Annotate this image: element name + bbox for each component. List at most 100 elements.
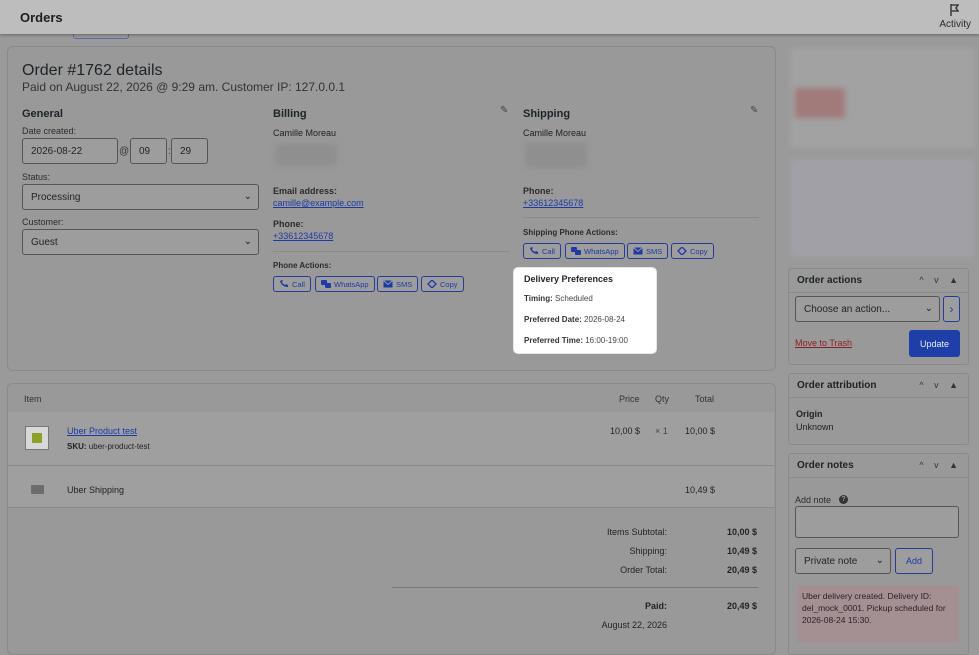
top-bar: Orders Activity [0, 0, 979, 34]
shipping-whatsapp-button[interactable]: WhatsApp [565, 243, 625, 259]
peek-tab [73, 34, 129, 39]
divider [789, 292, 968, 293]
move-to-trash-link[interactable]: Move to Trash [795, 338, 852, 348]
panel-controls[interactable]: ^ v ▲ [919, 460, 962, 470]
billing-name: Camille Moreau [273, 128, 337, 138]
note-textarea[interactable] [795, 506, 959, 538]
billing-email-link[interactable]: camille@example.com [273, 198, 364, 208]
billing-address-redacted [275, 144, 337, 166]
billing-phone-label: Phone: [273, 219, 304, 229]
add-note-button[interactable]: Add [895, 548, 933, 574]
shipping-copy-button[interactable]: Copy [671, 243, 714, 259]
copy-icon [427, 280, 437, 288]
shipping-sms-button[interactable]: SMS [627, 243, 669, 259]
billing-sms-button[interactable]: SMS [377, 276, 419, 292]
sku-value: uber-product-test [88, 442, 150, 451]
product-qty: × 1 [655, 426, 668, 436]
timing-value: Scheduled [554, 294, 593, 303]
delivery-preferences-title: Delivery Preferences [524, 274, 614, 284]
shipping-phone-label: Phone: [523, 186, 554, 196]
sms-label: SMS [396, 279, 413, 289]
chevron-down-icon: ⌄ [243, 235, 252, 247]
items-subtotal-label: Items Subtotal: [606, 527, 667, 537]
product-image [32, 433, 42, 443]
shipping-name: Camille Moreau [523, 128, 587, 138]
divider [273, 251, 509, 252]
apply-action-button[interactable]: › [943, 296, 960, 322]
blurred-sidebar-section [790, 158, 975, 258]
update-button[interactable]: Update [909, 330, 960, 357]
edit-shipping-icon[interactable]: ✎ [750, 105, 758, 116]
col-qty-header: Qty [655, 394, 670, 404]
divider [523, 217, 759, 218]
divider [392, 587, 758, 588]
status-value: Processing [31, 191, 81, 203]
shipping-total-value: 10,49 $ [726, 546, 757, 556]
product-link[interactable]: Uber Product test [67, 426, 137, 436]
whatsapp-label: WhatsApp [334, 279, 369, 289]
envelope-icon [633, 247, 643, 255]
customer-select[interactable]: Guest ⌄ [22, 229, 259, 255]
envelope-icon [383, 280, 393, 288]
flag-icon [950, 4, 960, 16]
origin-value: Unknown [796, 422, 834, 432]
order-action-value: Choose an action... [804, 303, 891, 315]
timing-row: Timing: Scheduled [524, 294, 593, 303]
divider [789, 397, 968, 398]
order-action-select[interactable]: Choose an action... ⌄ [795, 296, 940, 322]
items-subtotal-value: 10,00 $ [726, 527, 757, 537]
activity-button[interactable]: Activity [939, 3, 971, 30]
customer-label: Customer: [22, 217, 64, 227]
shipping-line-name: Uber Shipping [67, 485, 125, 495]
hour-input[interactable]: 09 [130, 138, 167, 164]
chevron-down-icon: ⌄ [243, 190, 252, 202]
page-title: Orders [20, 10, 63, 25]
shipping-phone-link[interactable]: +33612345678 [523, 198, 583, 208]
shipping-call-button[interactable]: Call [523, 243, 561, 259]
order-heading: Order #1762 details [22, 62, 163, 79]
date-created-input[interactable]: 2026-08-22 [22, 138, 118, 164]
product-total: 10,00 $ [685, 426, 716, 436]
delivery-preferences-card: Delivery Preferences Timing: Scheduled P… [514, 268, 656, 353]
note-type-value: Private note [804, 555, 858, 567]
preferred-time-value: 16:00-19:00 [585, 336, 628, 345]
shipping-address-redacted [525, 142, 587, 168]
sms-label: SMS [646, 246, 663, 256]
copy-label: Copy [440, 279, 458, 289]
divider [789, 477, 968, 478]
billing-call-button[interactable]: Call [273, 276, 311, 292]
call-label: Call [292, 279, 305, 289]
edit-billing-icon[interactable]: ✎ [500, 105, 508, 116]
billing-copy-button[interactable]: Copy [421, 276, 464, 292]
order-note: Uber delivery created. Delivery ID: del_… [797, 585, 959, 643]
general-heading: General [22, 108, 63, 120]
col-price-header: Price [619, 394, 640, 404]
billing-whatsapp-button[interactable]: WhatsApp [315, 276, 375, 292]
status-select[interactable]: Processing ⌄ [22, 184, 259, 210]
paid-label: Paid: [644, 601, 667, 611]
product-sku: SKU: uber-product-test [67, 442, 150, 451]
whatsapp-label: WhatsApp [584, 246, 619, 256]
preferred-time-row: Preferred Time: 16:00-19:00 [524, 336, 628, 345]
col-total-header: Total [695, 394, 715, 404]
preferred-date-label: Preferred Date: [524, 315, 582, 324]
divider [8, 507, 774, 508]
minute-input[interactable]: 29 [171, 138, 208, 164]
note-type-select[interactable]: Private note ⌄ [795, 548, 891, 574]
order-notes-heading: Order notes [797, 460, 854, 471]
panel-controls[interactable]: ^ v ▲ [919, 275, 962, 285]
paid-date: August 22, 2026 [601, 620, 667, 630]
order-total-value: 20,49 $ [726, 565, 757, 575]
phone-icon [280, 280, 288, 287]
chevron-down-icon: ⌄ [875, 554, 884, 566]
call-label: Call [542, 246, 555, 256]
help-icon[interactable]: ? [839, 495, 848, 504]
paid-value: 20,49 $ [726, 601, 757, 611]
timing-label: Timing: [524, 294, 553, 303]
date-created-label: Date created: [22, 126, 77, 136]
order-attribution-panel: Order attribution ^ v ▲ Origin Unknown [788, 373, 969, 445]
billing-phone-link[interactable]: +33612345678 [273, 231, 333, 241]
panel-controls[interactable]: ^ v ▲ [919, 380, 962, 390]
origin-label: Origin [796, 409, 823, 419]
customer-value: Guest [31, 236, 58, 248]
